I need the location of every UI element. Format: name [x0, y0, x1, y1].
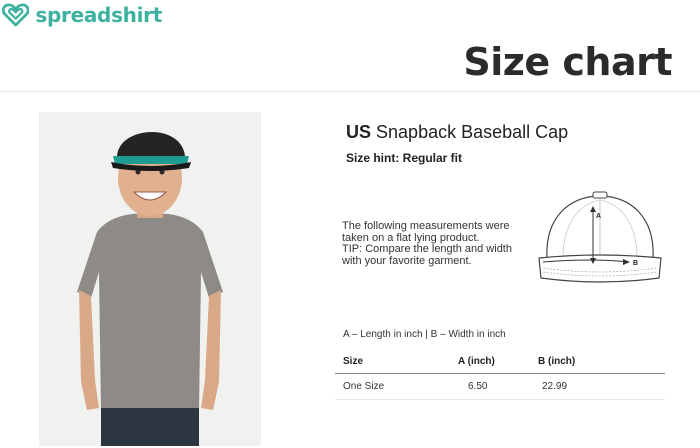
note-line: with your favorite garment. [342, 254, 472, 267]
cell-size: One Size [343, 381, 385, 392]
heart-logo-icon [2, 3, 30, 27]
note-line: The following measurements were [342, 220, 510, 232]
size-hint: Size hint: Regular fit [346, 151, 463, 165]
table-header-row: Size A (inch) B (inch) [335, 349, 665, 374]
column-header-size: Size [343, 356, 364, 367]
header-divider [0, 91, 700, 92]
column-header-a: A (inch) [458, 356, 495, 367]
column-header-b: B (inch) [538, 356, 576, 367]
model-photo [39, 112, 261, 446]
cell-a-inch: 6.50 [468, 381, 488, 392]
cell-b-inch: 22.99 [542, 381, 568, 392]
size-table: Size A (inch) B (inch) One Size 6.50 22.… [335, 349, 665, 400]
product-title: US Snapback Baseball Cap [346, 122, 568, 143]
product-region: US [346, 122, 372, 142]
diagram-label-b: B [633, 260, 638, 267]
brand-name: spreadshirt [35, 3, 162, 27]
product-name: Snapback Baseball Cap [376, 122, 569, 142]
spreadshirt-logo[interactable]: spreadshirt [2, 1, 162, 29]
cap-measurement-diagram: A B [533, 188, 667, 296]
measurement-legend: A – Length in inch | B – Width in inch [343, 329, 506, 340]
note-line: TIP: Compare the length and width [342, 243, 512, 255]
measurement-note: The following measurements were taken on… [342, 220, 532, 267]
page-title: Size chart [463, 40, 672, 84]
table-row: One Size 6.50 22.99 [335, 374, 665, 400]
diagram-label-a: A [596, 213, 601, 220]
